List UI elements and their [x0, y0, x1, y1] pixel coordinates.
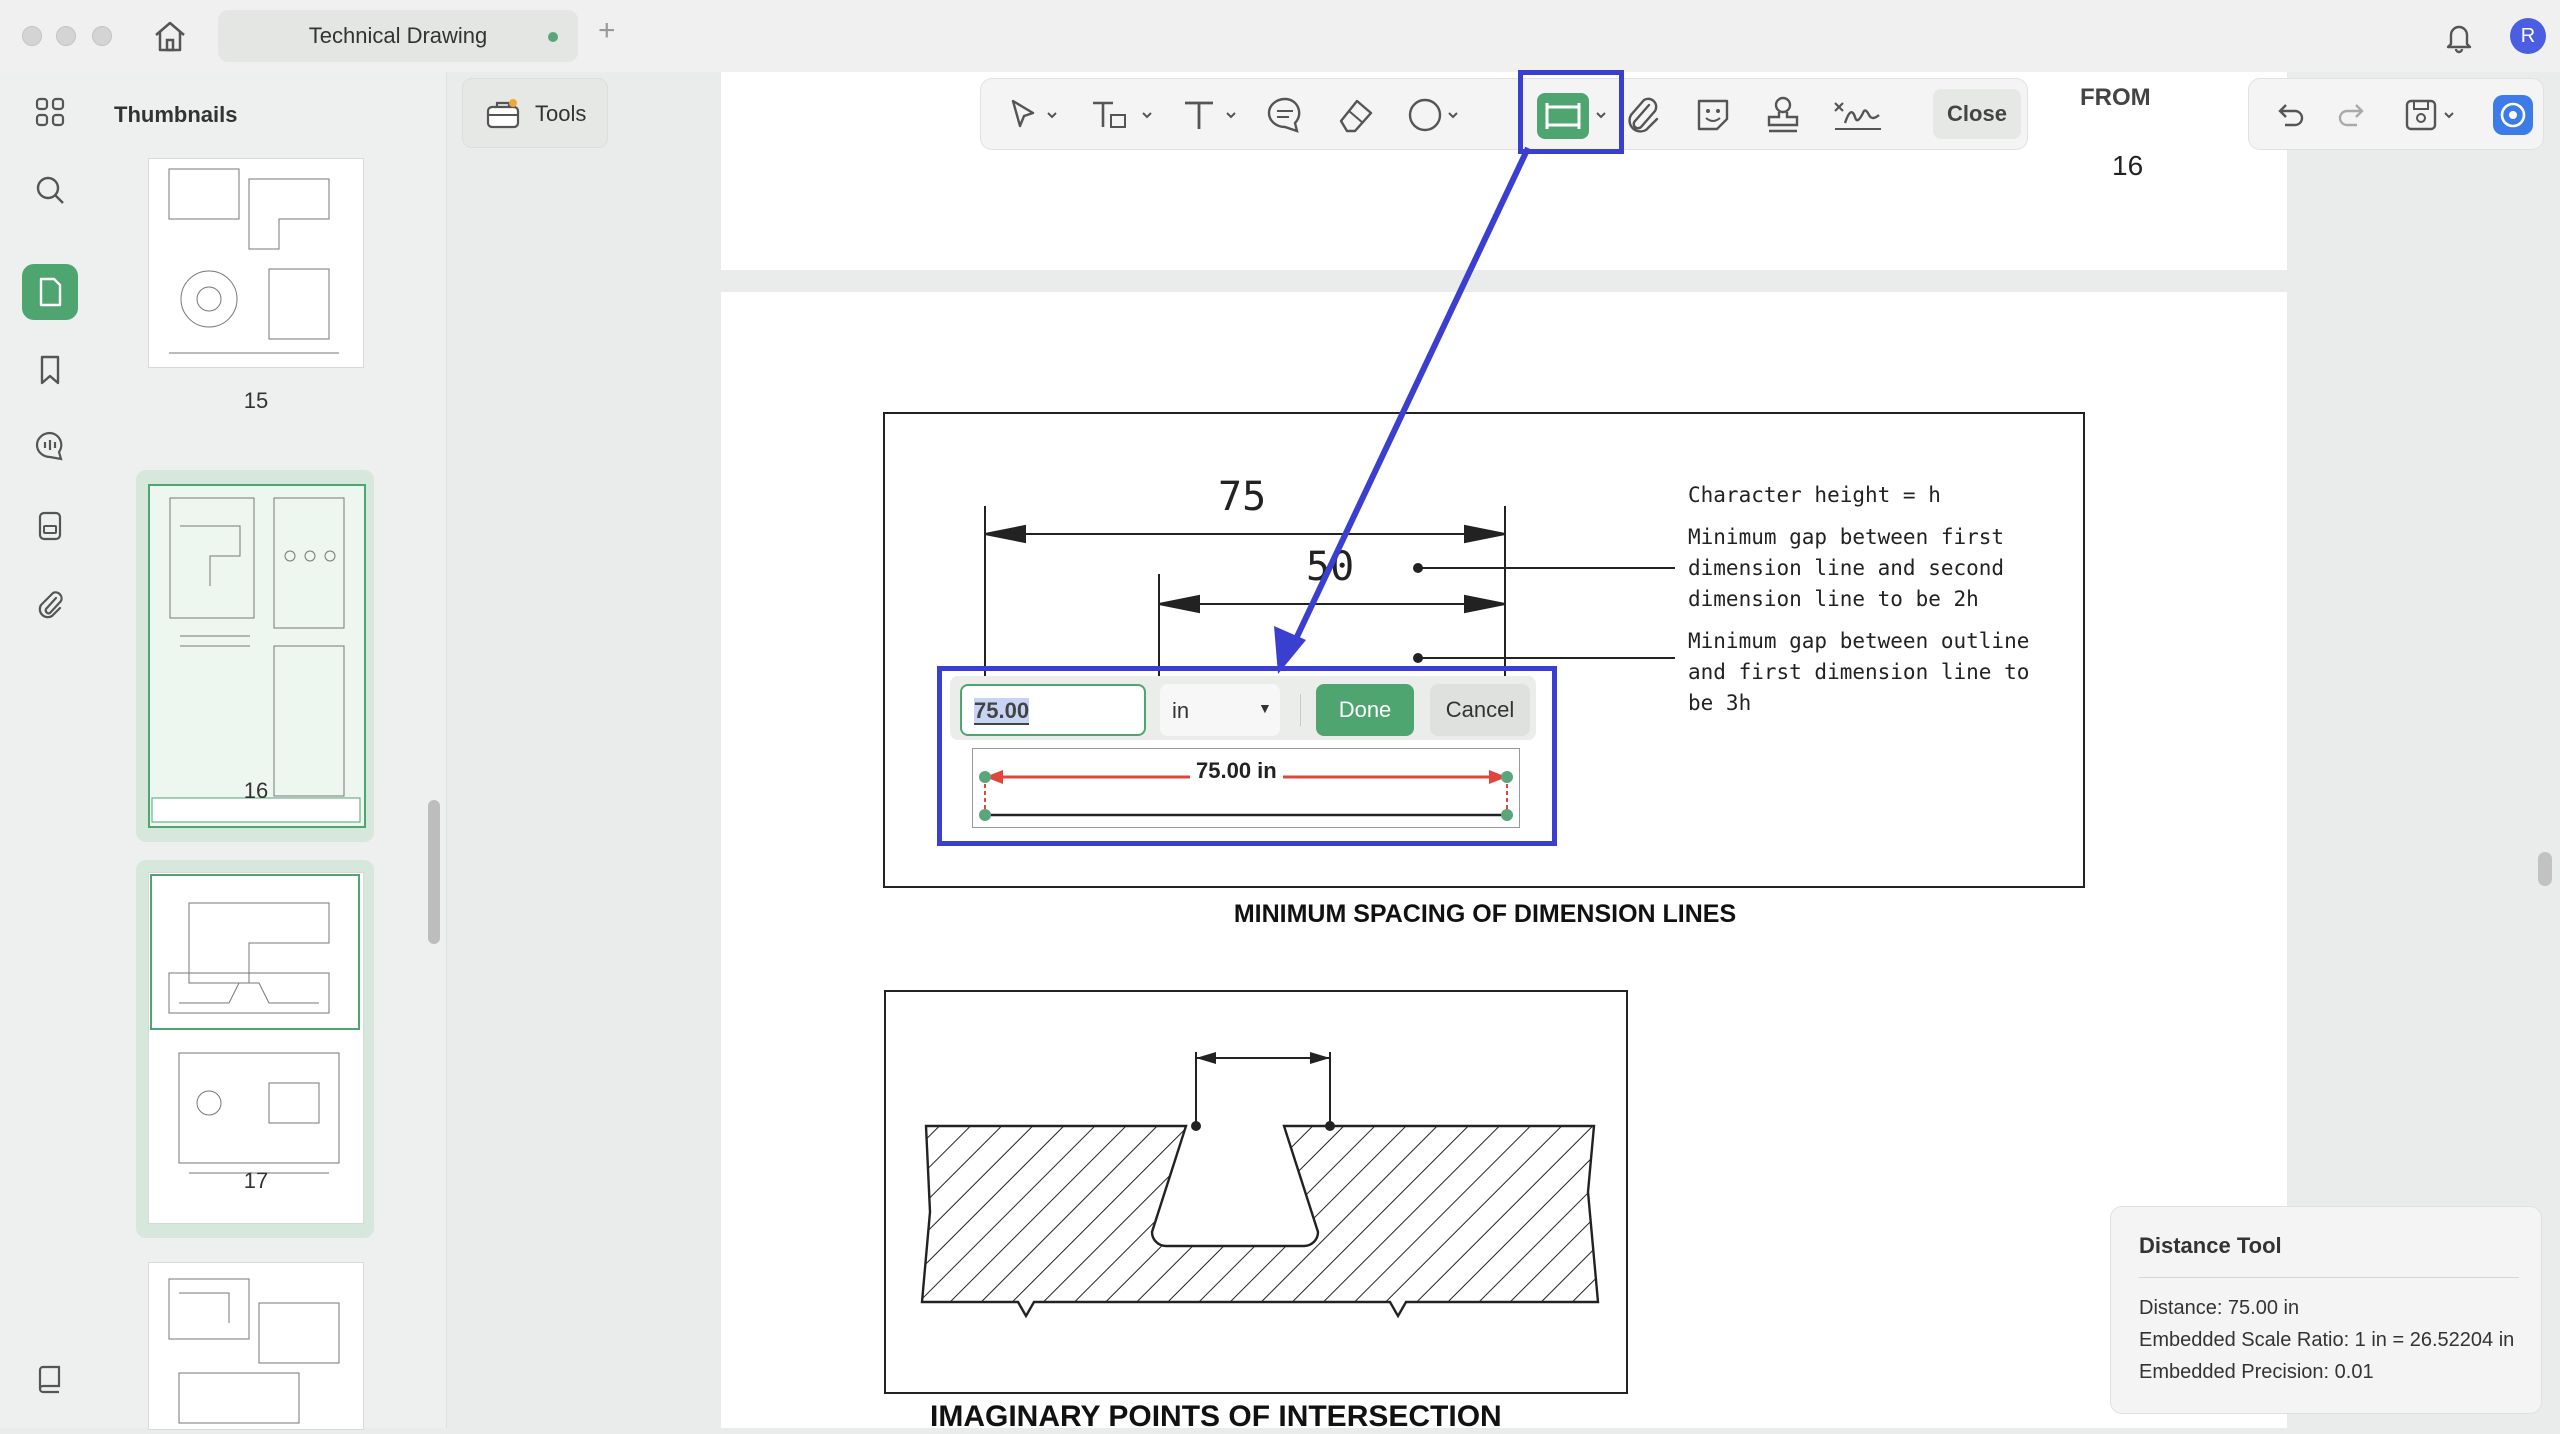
thumbnail-number: 16: [243, 778, 269, 803]
panel-title: Thumbnails: [114, 102, 238, 127]
tools-label: Tools: [535, 101, 587, 126]
scale-ratio-readout: Embedded Scale Ratio: 1 in = 26.52204 in: [2139, 1329, 2515, 1351]
distance-value-text: 75.00: [974, 698, 1030, 725]
figure-caption: MINIMUM SPACING OF DIMENSION LINES: [1233, 900, 1737, 928]
callout-arrow: [1274, 146, 1531, 674]
sticker-icon[interactable]: [1691, 93, 1735, 137]
new-tab-button[interactable]: +: [598, 14, 616, 48]
redo-icon[interactable]: [2335, 97, 2371, 133]
figure-caption: IMAGINARY POINTS OF INTERSECTION: [930, 1400, 1502, 1433]
comments-icon[interactable]: [22, 418, 78, 474]
window-zoom-control[interactable]: [92, 26, 112, 46]
dimension-value-outer: 75: [1218, 474, 1267, 520]
distance-tool-panel: Distance Tool Distance: 75.00 in Embedde…: [2110, 1206, 2542, 1414]
home-icon[interactable]: [150, 18, 190, 54]
note-line: Minimum gap between first: [1688, 525, 2005, 549]
distance-label: 75.00 in: [1190, 758, 1283, 784]
distance-readout: Distance: 75.00 in: [2139, 1297, 2300, 1319]
comment-tool-icon[interactable]: [1263, 93, 1307, 137]
form-fields-icon[interactable]: [22, 498, 78, 554]
document-tab[interactable]: Technical Drawing: [218, 10, 578, 62]
close-toolbar-button[interactable]: Close: [1933, 89, 2021, 139]
note-character-height: Character height = h: [1688, 483, 1941, 507]
sidebar-toggle-icon[interactable]: [22, 1350, 78, 1406]
select-tool-icon[interactable]: [1001, 93, 1061, 137]
note-first-gap: Minimum gap between outline and first di…: [1688, 626, 2029, 719]
thumbnails-icon[interactable]: [22, 264, 78, 320]
signature-icon[interactable]: [1831, 93, 1885, 137]
eraser-tool-icon[interactable]: [1333, 93, 1377, 137]
caret-down-icon: ▼: [1258, 700, 1272, 716]
done-button[interactable]: Done: [1316, 684, 1414, 736]
bookmark-icon[interactable]: [22, 342, 78, 398]
note-line: dimension line and second: [1688, 556, 2005, 580]
attachment-icon[interactable]: [22, 576, 78, 632]
thumbnails-scrollbar[interactable]: [428, 800, 440, 944]
paperclip-icon[interactable]: [1621, 93, 1665, 137]
section-drawing: [920, 1052, 1600, 1319]
shape-tool-icon[interactable]: [1405, 93, 1475, 137]
measure-edit-panel: 75.00 in ▼ Done Cancel: [950, 676, 1536, 740]
undo-icon[interactable]: [2271, 97, 2307, 133]
note-line: dimension line to be 2h: [1688, 587, 1979, 611]
avatar[interactable]: R: [2510, 18, 2546, 54]
panel-title: Distance Tool: [2139, 1233, 2282, 1258]
note-line: be 3h: [1688, 691, 1752, 715]
save-icon[interactable]: [2403, 97, 2459, 133]
tools-button[interactable]: Tools: [462, 78, 608, 148]
note-second-gap: Minimum gap between first dimension line…: [1688, 522, 2004, 615]
thumbnail-page-18[interactable]: [148, 1262, 364, 1430]
grid-view-icon[interactable]: [22, 84, 78, 140]
bell-icon[interactable]: [2442, 20, 2476, 54]
toolbox-icon: [485, 97, 521, 131]
thumbnail-number: 17: [243, 1168, 269, 1193]
note-line: and first dimension line to: [1688, 660, 2030, 684]
thumbnail-number: 15: [243, 388, 269, 413]
note-line: Minimum gap between outline: [1688, 629, 2030, 653]
left-rail: [0, 72, 97, 1428]
page-number: 16: [2112, 150, 2144, 181]
text-tool-icon[interactable]: [1177, 93, 1247, 137]
title-bar: Technical Drawing + R: [0, 0, 2560, 73]
cancel-button[interactable]: Cancel: [1430, 684, 1530, 736]
history-toolbar: [2248, 78, 2544, 150]
tab-title: Technical Drawing: [308, 23, 488, 48]
divider: [1300, 694, 1301, 726]
unsaved-dot: [548, 32, 558, 42]
precision-readout: Embedded Precision: 0.01: [2139, 1361, 2374, 1383]
thumbnails-panel: Thumbnails 15 16 17: [96, 72, 447, 1430]
window-close-control[interactable]: [22, 26, 42, 46]
search-icon[interactable]: [22, 162, 78, 218]
document-scrollbar[interactable]: [2538, 852, 2552, 886]
divider: [2139, 1277, 2519, 1278]
thumbnail-page-15[interactable]: [148, 158, 364, 368]
stamp-icon[interactable]: [1761, 93, 1805, 137]
ai-assistant-icon[interactable]: [2491, 93, 2535, 137]
page-heading-fragment: FROM: [2080, 84, 2151, 111]
unit-select[interactable]: in ▼: [1160, 684, 1280, 736]
text-box-tool-icon[interactable]: [1087, 93, 1157, 137]
distance-value-input[interactable]: 75.00: [960, 684, 1146, 736]
unit-select-value: in: [1172, 698, 1190, 723]
window-minimize-control[interactable]: [56, 26, 76, 46]
